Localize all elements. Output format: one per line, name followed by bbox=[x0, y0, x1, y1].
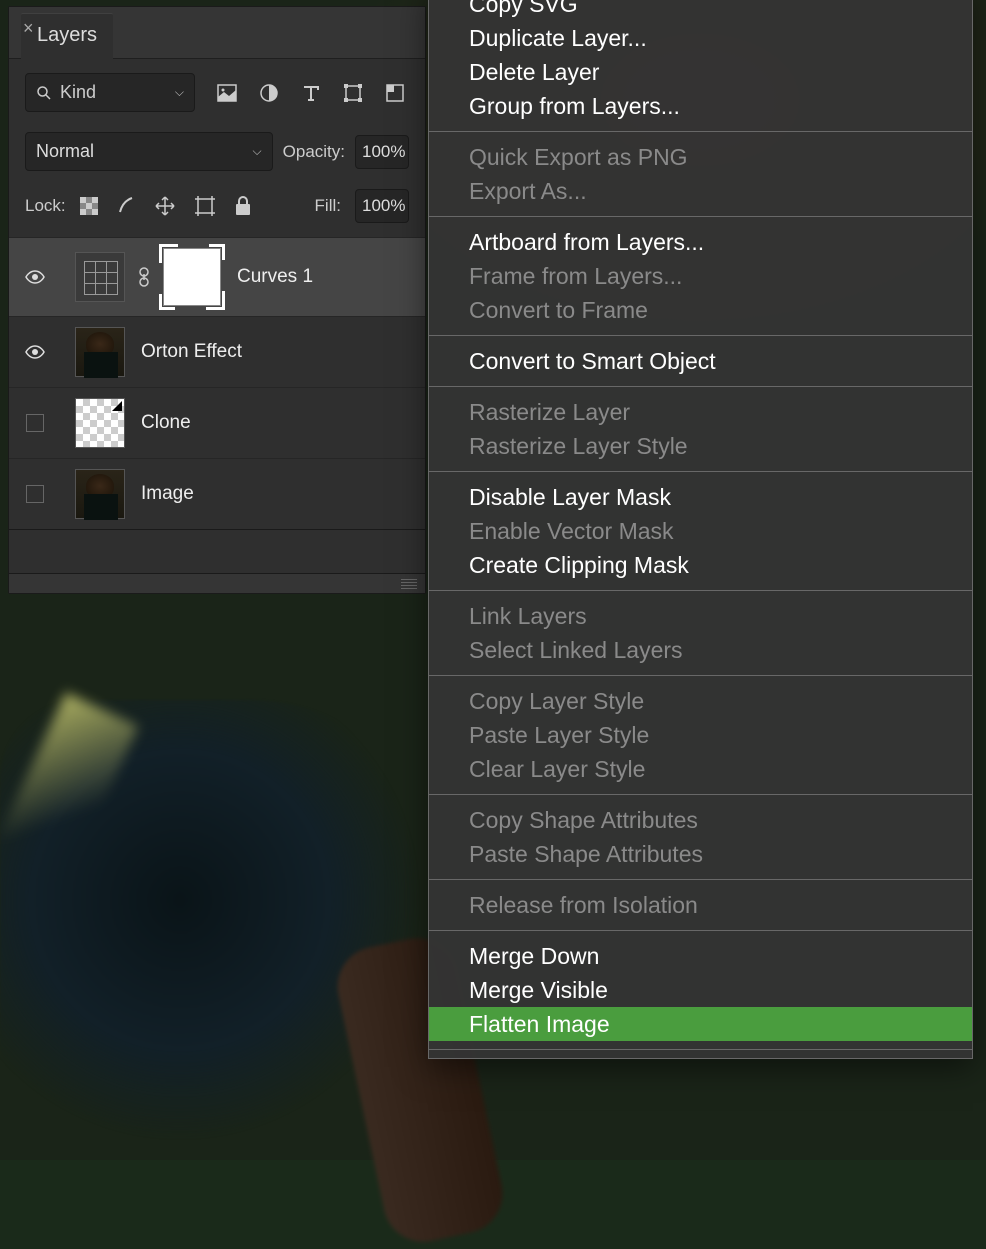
blend-mode-value: Normal bbox=[36, 141, 94, 162]
layer-visibility-toggle[interactable] bbox=[21, 344, 49, 360]
layers-list: Curves 1 Orton Effect Clone Image bbox=[9, 237, 425, 529]
context-menu-item: Enable Vector Mask bbox=[429, 514, 972, 548]
layer-mask-thumbnail[interactable] bbox=[163, 248, 221, 306]
layer-thumbnail[interactable] bbox=[75, 398, 125, 448]
lock-all-icon[interactable] bbox=[234, 196, 252, 216]
context-menu-separator bbox=[429, 879, 972, 880]
context-menu-item: Copy Layer Style bbox=[429, 684, 972, 718]
context-menu-item: Rasterize Layer Style bbox=[429, 429, 972, 463]
context-menu-separator bbox=[429, 590, 972, 591]
context-menu-item[interactable]: Create Clipping Mask bbox=[429, 548, 972, 582]
layer-name-label[interactable]: Orton Effect bbox=[141, 341, 242, 363]
context-menu-item: Clear Layer Style bbox=[429, 752, 972, 786]
filter-pixel-icon[interactable] bbox=[217, 84, 237, 102]
layer-row[interactable]: Orton Effect bbox=[9, 316, 425, 387]
fill-label: Fill: bbox=[315, 196, 341, 216]
blend-mode-select[interactable]: Normal ⌵ bbox=[25, 132, 273, 171]
chevron-down-icon: ⌵ bbox=[253, 144, 262, 159]
filter-kind-select[interactable]: Kind ⌵ bbox=[25, 73, 195, 112]
context-menu-separator bbox=[429, 386, 972, 387]
context-menu-separator bbox=[429, 794, 972, 795]
context-menu-separator bbox=[429, 1049, 972, 1050]
context-menu-item: Paste Layer Style bbox=[429, 718, 972, 752]
opacity-label: Opacity: bbox=[283, 142, 345, 162]
context-menu-item[interactable]: Group from Layers... bbox=[429, 89, 972, 123]
fill-input[interactable]: 100% bbox=[355, 189, 409, 223]
filter-smart-icon[interactable] bbox=[385, 83, 405, 103]
lock-artboard-icon[interactable] bbox=[194, 195, 216, 217]
filter-type-icon[interactable] bbox=[301, 83, 321, 103]
context-menu-item[interactable]: Flatten Image bbox=[429, 1007, 972, 1041]
context-menu-item: Rasterize Layer bbox=[429, 395, 972, 429]
context-menu-item: Copy Shape Attributes bbox=[429, 803, 972, 837]
context-menu-separator bbox=[429, 335, 972, 336]
lock-transparent-icon[interactable] bbox=[80, 197, 98, 215]
lock-position-icon[interactable] bbox=[154, 195, 176, 217]
layer-row[interactable]: Image bbox=[9, 458, 425, 529]
layer-name-label[interactable]: Clone bbox=[141, 412, 191, 434]
filter-adjustment-icon[interactable] bbox=[259, 83, 279, 103]
context-menu-item[interactable]: Disable Layer Mask bbox=[429, 480, 972, 514]
layer-thumbnail[interactable] bbox=[75, 469, 125, 519]
lock-row: Lock: Fill: 100% bbox=[9, 181, 425, 237]
chevron-down-icon: ⌵ bbox=[175, 85, 184, 100]
visibility-unchecked-icon bbox=[26, 414, 44, 432]
context-menu-item[interactable]: Convert to Smart Object bbox=[429, 344, 972, 378]
context-menu-separator bbox=[429, 675, 972, 676]
context-menu-item[interactable]: Duplicate Layer... bbox=[429, 21, 972, 55]
layer-row[interactable]: Clone bbox=[9, 387, 425, 458]
panel-footer bbox=[9, 529, 425, 573]
layers-panel: × Layers Kind ⌵ Normal ⌵ Opacity: 100% L… bbox=[8, 6, 426, 594]
layer-context-menu: Copy SVGDuplicate Layer...Delete LayerGr… bbox=[428, 0, 973, 1059]
context-menu-item: Frame from Layers... bbox=[429, 259, 972, 293]
context-menu-separator bbox=[429, 471, 972, 472]
filter-row: Kind ⌵ bbox=[9, 59, 425, 126]
context-menu-item: Link Layers bbox=[429, 599, 972, 633]
link-mask-icon[interactable] bbox=[135, 266, 153, 288]
panel-close-icon[interactable]: × bbox=[23, 21, 41, 39]
layer-thumbnail[interactable] bbox=[75, 327, 125, 377]
panel-tab-bar: Layers bbox=[9, 7, 425, 59]
grip-icon bbox=[401, 579, 417, 589]
layer-name-label[interactable]: Curves 1 bbox=[237, 266, 313, 288]
context-menu-item: Convert to Frame bbox=[429, 293, 972, 327]
lock-label: Lock: bbox=[25, 196, 66, 216]
lock-image-icon[interactable] bbox=[116, 196, 136, 216]
layer-row[interactable]: Curves 1 bbox=[9, 237, 425, 316]
eye-icon bbox=[24, 269, 46, 285]
context-menu-item[interactable]: Merge Visible bbox=[429, 973, 972, 1007]
context-menu-item[interactable]: Artboard from Layers... bbox=[429, 225, 972, 259]
opacity-input[interactable]: 100% bbox=[355, 135, 409, 169]
layer-visibility-toggle[interactable] bbox=[21, 485, 49, 503]
context-menu-item: Release from Isolation bbox=[429, 888, 972, 922]
eye-icon bbox=[24, 344, 46, 360]
context-menu-item: Paste Shape Attributes bbox=[429, 837, 972, 871]
panel-resize-strip[interactable] bbox=[9, 573, 425, 593]
filter-shape-icon[interactable] bbox=[343, 83, 363, 103]
search-icon bbox=[36, 85, 52, 101]
context-menu-item: Select Linked Layers bbox=[429, 633, 972, 667]
context-menu-item[interactable]: Copy SVG bbox=[429, 0, 972, 21]
context-menu-item[interactable]: Delete Layer bbox=[429, 55, 972, 89]
context-menu-item[interactable]: Merge Down bbox=[429, 939, 972, 973]
context-menu-separator bbox=[429, 216, 972, 217]
blend-row: Normal ⌵ Opacity: 100% bbox=[9, 126, 425, 181]
layer-visibility-toggle[interactable] bbox=[21, 269, 49, 285]
filter-kind-label: Kind bbox=[60, 82, 96, 103]
context-menu-item: Export As... bbox=[429, 174, 972, 208]
layer-thumbnail[interactable] bbox=[75, 252, 125, 302]
visibility-unchecked-icon bbox=[26, 485, 44, 503]
layer-visibility-toggle[interactable] bbox=[21, 414, 49, 432]
layer-name-label[interactable]: Image bbox=[141, 483, 194, 505]
context-menu-item: Quick Export as PNG bbox=[429, 140, 972, 174]
context-menu-separator bbox=[429, 131, 972, 132]
context-menu-separator bbox=[429, 930, 972, 931]
